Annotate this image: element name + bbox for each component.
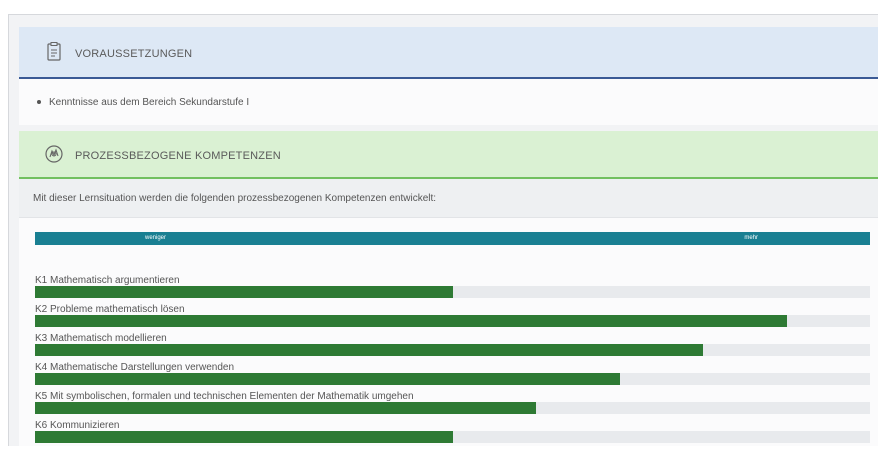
competency-bar-track xyxy=(35,402,870,414)
competency-item: K1 Mathematisch argumentieren xyxy=(35,275,870,298)
competency-bar-track xyxy=(35,344,870,356)
competency-label: K4 Mathematische Darstellungen verwenden xyxy=(35,362,234,373)
competency-bar-fill xyxy=(35,286,453,298)
clipboard-icon xyxy=(43,41,65,63)
competency-bar-fill xyxy=(35,431,453,443)
competency-label: K3 Mathematisch modellieren xyxy=(35,333,167,344)
competency-label: K5 Mit symbolischen, formalen und techni… xyxy=(35,391,414,402)
competencies-title: PROZESSBEZOGENE KOMPETENZEN xyxy=(75,150,281,162)
scale-low-label: weniger xyxy=(145,235,167,241)
requirements-panel: VORAUSSETZUNGEN Kenntnisse aus dem Berei… xyxy=(19,27,878,125)
competency-bar-track xyxy=(35,373,870,385)
requirements-title: VORAUSSETZUNGEN xyxy=(75,48,193,60)
competency-bar-fill xyxy=(35,315,787,327)
competencies-intro: Mit dieser Lernsituation werden die folg… xyxy=(19,179,878,218)
scale-high-label: mehr xyxy=(744,235,758,241)
competency-label: K1 Mathematisch argumentieren xyxy=(35,275,180,286)
competency-bar-track xyxy=(35,431,870,443)
competency-bar-track xyxy=(35,315,870,327)
competency-bar-fill xyxy=(35,344,703,356)
competencies-panel: PROZESSBEZOGENE KOMPETENZEN Mit dieser L… xyxy=(19,131,878,446)
competency-bar-track xyxy=(35,286,870,298)
page-frame: VORAUSSETZUNGEN Kenntnisse aus dem Berei… xyxy=(8,14,878,446)
competency-item: K2 Probleme mathematisch lösen xyxy=(35,304,870,327)
competency-label: K6 Kommunizieren xyxy=(35,420,120,431)
bullet-icon xyxy=(37,100,41,104)
requirement-item: Kenntnisse aus dem Bereich Sekundarstufe… xyxy=(49,96,250,108)
competency-label: K2 Probleme mathematisch lösen xyxy=(35,304,185,315)
competency-bar-fill xyxy=(35,402,536,414)
requirements-list: Kenntnisse aus dem Bereich Sekundarstufe… xyxy=(19,79,878,125)
competency-bar-fill xyxy=(35,373,620,385)
competency-item: K6 Kommunizieren xyxy=(35,420,870,443)
competencies-header[interactable]: PROZESSBEZOGENE KOMPETENZEN xyxy=(19,131,878,179)
competency-item: K4 Mathematische Darstellungen verwenden xyxy=(35,362,870,385)
scale-bar: weniger mehr xyxy=(35,232,870,245)
competency-item: K5 Mit symbolischen, formalen und techni… xyxy=(35,391,870,414)
competency-list: K1 Mathematisch argumentieren K2 Problem… xyxy=(35,275,870,443)
competency-item: K3 Mathematisch modellieren xyxy=(35,333,870,356)
hand-gear-icon xyxy=(43,143,65,165)
requirements-header[interactable]: VORAUSSETZUNGEN xyxy=(19,27,878,79)
